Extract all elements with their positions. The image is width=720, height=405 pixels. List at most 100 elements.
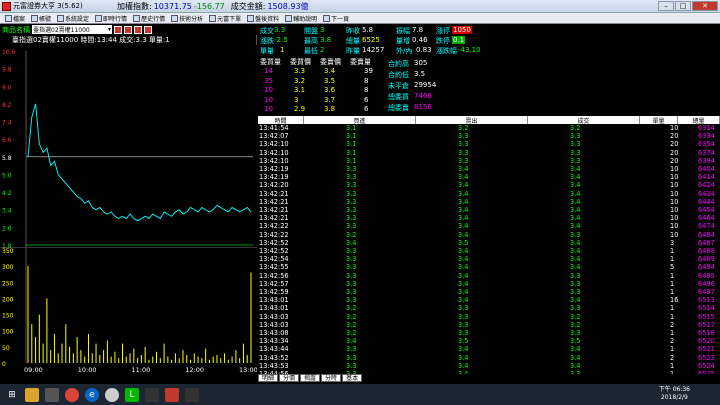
toolbar-item-icon [209,14,217,22]
photos-icon[interactable] [145,387,159,402]
amp-value: 7.8 [412,26,424,34]
store-icon[interactable] [45,387,59,402]
in-out-label: 外/內 [396,47,413,55]
order-book-cell: 10 [264,105,273,113]
chevron-down-icon: ▾ [107,26,111,33]
chart-tool-icon-3[interactable] [134,25,142,34]
tick-header-cell: 成交 [528,116,640,125]
order-book-cell: 14 [264,67,273,75]
price-tick-label: 9.8 [2,67,12,74]
order-book-cell: 8 [364,86,369,94]
chart-tool-icon-4[interactable] [144,25,152,34]
volume-value: 6525 [362,36,380,44]
toolbar-item-label: 元富下單 [217,15,242,23]
change-label: 漲跌 [260,37,274,45]
order-book-cell: 35 [264,76,273,85]
limit-down-label: 跌停 [436,37,450,45]
time-tick-label: 12:00 [185,366,204,374]
limit-down-value: 0.1 [452,36,466,44]
order-stat-label: 合約低 [388,71,409,79]
app-icon-circle[interactable] [105,387,119,402]
toolbar-item-9[interactable]: 下一頁 [321,14,351,23]
edge-icon[interactable]: e [85,387,99,402]
chart-info: 臺指選02賣權11000 時間:13:44 成交:3.3 單量:1 [12,36,170,44]
trade-label: 成交 [260,27,274,35]
turnover-value: 1508.93億 [267,1,309,11]
maximize-button[interactable]: □ [675,1,691,11]
toolbar-item-4[interactable]: 歷史行情 [131,14,167,23]
close-button[interactable]: ✕ [692,1,718,11]
tab-1[interactable]: 分價 [279,374,300,382]
line-icon[interactable]: L [125,387,139,402]
toolbar-item-label: 技術分析 [179,15,204,23]
tick-table[interactable]: 時間 買進 賣出 成交 單量 總量 13:41:54 3.1 3.2 3.2 10 6314 13:4… [258,116,720,378]
time-tick-label: 13:00 [239,366,257,374]
toolbar-item-icon [57,14,65,22]
chart-tool-icon-2[interactable] [124,25,132,34]
minimize-button[interactable]: – [658,1,674,11]
volume-tick-label: 100 [2,329,14,336]
volume-tick-label: 300 [2,264,14,271]
tab-4[interactable]: 基本 [342,374,363,382]
toolbar-item-7[interactable]: 盤後資料 [245,14,281,23]
tick-header-cell: 總量 [678,116,720,125]
high-label: 最高 [304,37,318,45]
price-tick-label: 3.4 [2,208,12,215]
order-stat-label: 合約高 [388,60,409,68]
order-book-cell: 3.5 [324,76,336,85]
ratio-label: 量增 [396,37,410,45]
intraday-chart[interactable]: 10.69.89.08.27.46.65.85.04.23.42.61.8350… [0,45,257,374]
order-stat-value: 305 [414,59,428,67]
volume-tick-label: 50 [2,345,10,352]
toolbar-item-6[interactable]: 元富下單 [207,14,243,23]
toolbar-item-8[interactable]: 輔助說明 [283,14,319,23]
media-icon[interactable] [185,387,199,402]
order-book-cell: 2.9 [294,105,306,113]
ratio-value: 0.46 [412,36,428,44]
time-tick-label: 10:00 [78,366,97,374]
order-stat-value: 3.5 [414,70,426,78]
index-value: 10371.75 [153,1,192,11]
toolbar-item-icon [31,14,39,22]
toolbar-item-label: 輔助說明 [293,15,318,23]
order-book-cell: 3.2 [294,76,306,85]
volume-tick-label: 350 [2,248,14,255]
trading-app-icon[interactable] [165,387,179,402]
order-stat-value: 7466 [414,92,432,100]
toolbar-item-label: 系統設定 [65,15,90,23]
toolbar-item-3[interactable]: 即時行情 [93,14,129,23]
order-book-header: 委賣價 [320,58,341,66]
window-controls: – □ ✕ [658,1,718,11]
file-explorer-icon[interactable] [25,387,39,402]
price-tick-label: 2.6 [2,225,12,232]
product-select[interactable]: 臺指選02賣權11000 ▾ [32,25,112,34]
order-book-cell: 10 [264,86,273,94]
tab-0[interactable]: 明細 [258,374,279,382]
chart-tool-icon-1[interactable] [114,25,122,34]
pct-label: 漲跌幅 [436,47,457,55]
quote-panel: 成交 3.3 開盤 3 昨收 5.8 振幅 7.8 漲停 1050 漲跌 -2.… [258,24,720,378]
start-icon[interactable]: ⊞ [5,388,19,402]
index-label: 加權指數: [117,1,152,11]
toolbar-item-icon [133,14,141,22]
chrome-icon[interactable] [65,387,79,402]
price-tick-label: 8.2 [2,102,12,109]
window-title: 元富證券大亨 3(5.62) [13,2,83,10]
prev-value: 5.8 [362,26,374,34]
tab-2[interactable]: 揭露 [300,374,321,382]
toolbar-item-0[interactable]: 檔案 [3,14,27,23]
toolbar-item-5[interactable]: 技術分析 [169,14,205,23]
toolbar-item-1[interactable]: 帳號 [29,14,53,23]
tab-3[interactable]: 分時 [321,374,342,382]
toolbar-item-2[interactable]: 系統設定 [55,14,91,23]
order-book-cell: 8 [364,76,369,85]
clock-time: 下午 06:36 [658,386,690,393]
open-value: 3 [320,26,325,34]
toolbar-item-icon [5,14,12,22]
toolbar-item-label: 即時行情 [103,15,128,23]
change-value: -2.5 [274,36,288,44]
prev-label: 昨收 [346,27,360,35]
price-tick-label: 9.0 [2,84,12,91]
tick-header-cell: 單量 [640,116,678,125]
order-book-header: 委賣量 [350,58,371,66]
